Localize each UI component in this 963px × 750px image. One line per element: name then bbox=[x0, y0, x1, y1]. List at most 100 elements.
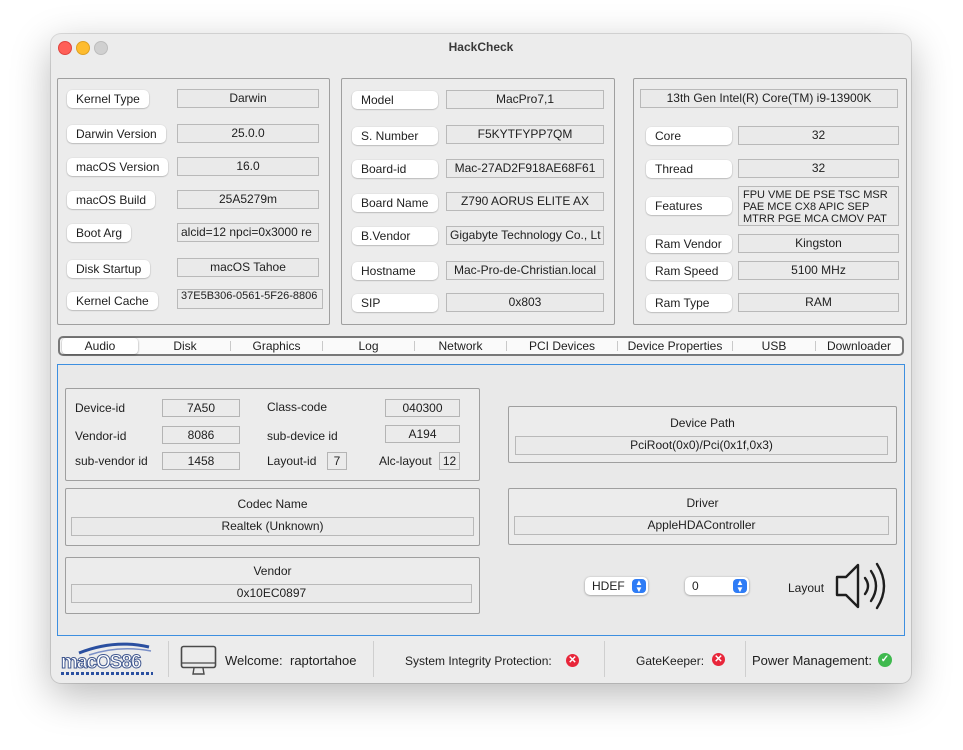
logo-text: macOS86 bbox=[61, 652, 143, 674]
sub-device-id-value: A194 bbox=[385, 425, 460, 443]
window-title: HackCheck bbox=[448, 40, 514, 54]
ram-type-value: RAM bbox=[738, 293, 899, 312]
sip-error-icon: ✕ bbox=[566, 654, 579, 667]
layout-id-value: 7 bbox=[327, 452, 347, 470]
alc-layout-label: Alc-layout bbox=[379, 454, 432, 468]
thread-value: 32 bbox=[738, 159, 899, 178]
serial-number-label: S. Number bbox=[352, 127, 438, 145]
status-separator bbox=[604, 641, 605, 677]
sub-vendor-id-value: 1458 bbox=[162, 452, 240, 470]
model-info-panel: Model MacPro7,1 S. Number F5KYTFYPP7QM B… bbox=[341, 78, 615, 325]
device-path-group: Device Path PciRoot(0x0)/Pci(0x1f,0x3) bbox=[508, 406, 897, 463]
audio-ids-group: Device-id 7A50 Vendor-id 8086 sub-vendor… bbox=[65, 388, 480, 481]
macos-version-label: macOS Version bbox=[67, 158, 169, 176]
logo-tagline-line bbox=[61, 672, 153, 675]
class-code-value: 040300 bbox=[385, 399, 460, 417]
layout-select[interactable]: 0 ▲ ▼ bbox=[685, 577, 749, 595]
tab-audio[interactable]: Audio bbox=[62, 338, 138, 354]
kernel-cache-label: Kernel Cache bbox=[67, 292, 158, 310]
model-label: Model bbox=[352, 91, 438, 109]
board-id-label: Board-id bbox=[352, 160, 438, 178]
chevron-updown-icon: ▲ ▼ bbox=[733, 579, 747, 594]
power-management-label: Power Management: bbox=[752, 653, 872, 668]
driver-group: Driver AppleHDAController bbox=[508, 488, 897, 545]
vendor-id-value: 8086 bbox=[162, 426, 240, 444]
vendor-title: Vendor bbox=[253, 564, 292, 578]
hdef-select[interactable]: HDEF ▲ ▼ bbox=[585, 577, 648, 595]
board-id-value: Mac-27AD2F918AE68F61 bbox=[446, 159, 604, 178]
hostname-label: Hostname bbox=[352, 262, 438, 280]
titlebar: HackCheck bbox=[51, 34, 911, 60]
class-code-label: Class-code bbox=[267, 400, 328, 414]
system-info-panel: Kernel Type Darwin Darwin Version 25.0.0… bbox=[57, 78, 330, 325]
macos-version-value: 16.0 bbox=[177, 157, 319, 176]
status-separator bbox=[745, 641, 746, 677]
tab-pci-devices[interactable]: PCI Devices bbox=[507, 338, 617, 354]
macos86-logo: macOS86 bbox=[59, 641, 163, 677]
macos-build-value: 25A5279m bbox=[177, 190, 319, 209]
sub-vendor-id-label: sub-vendor id bbox=[75, 454, 148, 468]
status-separator bbox=[373, 641, 374, 677]
ram-vendor-label: Ram Vendor bbox=[646, 235, 732, 253]
audio-tab-content: Device-id 7A50 Vendor-id 8086 sub-vendor… bbox=[57, 364, 905, 636]
driver-value: AppleHDAController bbox=[514, 516, 889, 535]
kernel-type-value: Darwin bbox=[177, 89, 319, 108]
board-vendor-label: B.Vendor bbox=[352, 227, 438, 245]
device-id-value: 7A50 bbox=[162, 399, 240, 417]
tab-network[interactable]: Network bbox=[415, 338, 506, 354]
status-separator bbox=[168, 641, 169, 677]
tab-log[interactable]: Log bbox=[323, 338, 414, 354]
tab-disk[interactable]: Disk bbox=[140, 338, 230, 354]
tab-graphics[interactable]: Graphics bbox=[231, 338, 322, 354]
kernel-type-label: Kernel Type bbox=[67, 90, 149, 108]
codec-name-value: Realtek (Unknown) bbox=[71, 517, 474, 536]
ram-type-label: Ram Type bbox=[646, 294, 732, 312]
device-path-value: PciRoot(0x0)/Pci(0x1f,0x3) bbox=[515, 436, 888, 455]
model-value: MacPro7,1 bbox=[446, 90, 604, 109]
ram-speed-label: Ram Speed bbox=[646, 262, 732, 280]
layout-id-label: Layout-id bbox=[267, 454, 317, 468]
tab-usb[interactable]: USB bbox=[733, 338, 815, 354]
thread-label: Thread bbox=[646, 160, 732, 178]
speaker-icon[interactable] bbox=[834, 560, 890, 612]
darwin-version-label: Darwin Version bbox=[67, 125, 166, 143]
alc-layout-value: 12 bbox=[439, 452, 460, 470]
cpu-name-value: 13th Gen Intel(R) Core(TM) i9-13900K bbox=[640, 89, 898, 108]
boot-arg-value[interactable]: alcid=12 npci=0x3000 re bbox=[177, 223, 319, 242]
username: raptortahoe bbox=[290, 653, 357, 668]
vendor-group: Vendor 0x10EC0897 bbox=[65, 557, 480, 614]
hostname-value: Mac-Pro-de-Christian.local bbox=[446, 261, 604, 280]
chevron-updown-icon: ▲ ▼ bbox=[632, 579, 646, 594]
layout-label: Layout bbox=[788, 581, 825, 595]
power-ok-icon: ✓ bbox=[878, 653, 892, 667]
welcome-label: Welcome: bbox=[225, 653, 283, 668]
core-value: 32 bbox=[738, 126, 899, 145]
sip-value: 0x803 bbox=[446, 293, 604, 312]
kernel-cache-value: 37E5B306-0561-5F26-8806 bbox=[177, 289, 323, 309]
features-value: FPU VME DE PSE TSC MSR PAE MCE CX8 APIC … bbox=[738, 186, 899, 226]
codec-name-title: Codec Name bbox=[237, 497, 308, 511]
disk-startup-value: macOS Tahoe bbox=[177, 258, 319, 277]
tab-bar: Audio Disk Graphics Log Network PCI Devi… bbox=[58, 336, 904, 356]
darwin-version-value: 25.0.0 bbox=[177, 124, 319, 143]
hdef-select-value: HDEF bbox=[592, 579, 625, 593]
device-id-label: Device-id bbox=[75, 401, 126, 415]
ram-vendor-value: Kingston bbox=[738, 234, 899, 253]
tab-downloader[interactable]: Downloader bbox=[816, 338, 902, 354]
sip-label: SIP bbox=[352, 294, 438, 312]
vendor-id-label: Vendor-id bbox=[75, 429, 127, 443]
serial-number-value: F5KYTFYPP7QM bbox=[446, 125, 604, 144]
vendor-value: 0x10EC0897 bbox=[71, 584, 472, 603]
status-bar: macOS86 Welcome: raptortahoe System Inte… bbox=[51, 637, 911, 683]
sub-device-id-label: sub-device id bbox=[267, 429, 338, 443]
monitor-icon bbox=[180, 645, 217, 675]
sip-status-label: System Integrity Protection: bbox=[405, 654, 552, 668]
layout-select-value: 0 bbox=[692, 579, 699, 593]
gatekeeper-label: GateKeeper: bbox=[636, 654, 705, 668]
board-vendor-value: Gigabyte Technology Co., Lt bbox=[446, 226, 604, 245]
tab-device-properties[interactable]: Device Properties bbox=[618, 338, 732, 354]
device-path-title: Device Path bbox=[670, 416, 735, 430]
codec-name-group: Codec Name Realtek (Unknown) bbox=[65, 488, 480, 546]
cpu-info-panel: 13th Gen Intel(R) Core(TM) i9-13900K Cor… bbox=[633, 78, 907, 325]
ram-speed-value: 5100 MHz bbox=[738, 261, 899, 280]
